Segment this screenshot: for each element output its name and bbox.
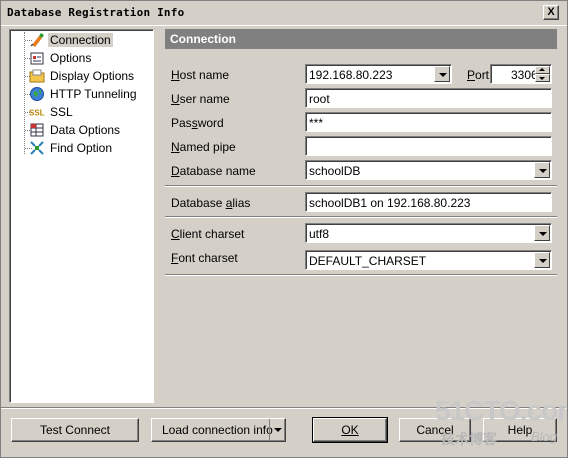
connection-icon [30, 33, 44, 47]
tree-item-display-options[interactable]: Display Options [10, 67, 153, 85]
client-charset-combobox[interactable]: utf8 [305, 223, 552, 243]
port-spinner[interactable]: 3306 [490, 64, 552, 84]
window-title: Database Registration Info [7, 6, 185, 19]
tree-item-http-tunneling[interactable]: HTTP Tunneling [10, 85, 153, 103]
svg-text:SSL: SSL [29, 109, 45, 118]
database-alias-value: schoolDB1 on 192.168.80.223 [309, 196, 471, 210]
title-bar[interactable]: Database Registration Info X [1, 1, 567, 26]
test-connect-label: Test Connect [39, 423, 111, 437]
find-icon [30, 141, 44, 155]
spin-up-icon[interactable] [535, 66, 550, 74]
database-name-combobox[interactable]: schoolDB [305, 160, 552, 180]
tree-item-data-options[interactable]: Data Options [10, 121, 153, 139]
cancel-button[interactable]: Cancel [399, 418, 471, 442]
client-charset-value: utf8 [309, 227, 330, 241]
tree-label: SSL [50, 105, 73, 119]
load-connection-info-button[interactable]: Load connection info [151, 418, 286, 442]
separator [165, 185, 557, 187]
port-value: 3306 [511, 68, 538, 82]
user-name-field[interactable]: root [305, 88, 552, 108]
host-name-value: 192.168.80.223 [309, 68, 393, 82]
password-value: *** [309, 116, 324, 130]
ok-button[interactable]: OK [312, 417, 388, 443]
named-pipe-label: Named pipe [171, 140, 236, 154]
database-name-value: schoolDB [309, 164, 361, 178]
separator [165, 274, 557, 276]
host-name-combobox[interactable]: 192.168.80.223 [305, 64, 452, 84]
tree-label: Find Option [50, 141, 113, 155]
help-button[interactable]: Help [483, 418, 557, 442]
tree-label: Display Options [50, 69, 135, 83]
tree-item-ssl[interactable]: SSL SSL [10, 103, 153, 121]
load-menu-arrow-icon[interactable] [269, 419, 285, 441]
client-charset-label: Client charset [171, 227, 245, 241]
tree-label: Data Options [50, 123, 121, 137]
host-dropdown-button[interactable] [434, 66, 450, 82]
test-connect-button[interactable]: Test Connect [11, 418, 139, 442]
options-tree[interactable]: Connection Options Display Options HTTP … [9, 29, 154, 403]
tree-item-find-option[interactable]: Find Option [10, 139, 153, 157]
client-charset-dropdown-button[interactable] [534, 225, 550, 241]
password-label: Password [171, 116, 224, 130]
button-bar-separator [1, 407, 567, 409]
load-connection-label: Load connection info [162, 423, 273, 437]
named-pipe-field[interactable] [305, 136, 552, 156]
tree-item-connection[interactable]: Connection [10, 31, 153, 49]
font-charset-dropdown-button[interactable] [534, 252, 550, 268]
font-charset-label: Font charset [171, 251, 238, 265]
user-name-value: root [309, 92, 330, 106]
ssl-icon: SSL [29, 109, 45, 118]
data-options-icon [30, 123, 44, 137]
port-spin-buttons[interactable] [535, 66, 550, 82]
database-alias-field[interactable]: schoolDB1 on 192.168.80.223 [305, 192, 552, 212]
password-field[interactable]: *** [305, 112, 552, 132]
folder-icon [29, 69, 45, 83]
database-alias-label: Database alias [171, 196, 251, 210]
tree-label: HTTP Tunneling [50, 87, 137, 101]
separator [165, 216, 557, 218]
host-name-label: Host name [171, 68, 230, 82]
font-charset-value: DEFAULT_CHARSET [309, 254, 427, 268]
panel-header: Connection [165, 29, 557, 49]
font-charset-combobox[interactable]: DEFAULT_CHARSET [305, 250, 552, 270]
close-icon: X [547, 6, 555, 18]
cancel-label: Cancel [416, 423, 454, 437]
dialog-window: Database Registration Info X Connection … [0, 0, 568, 458]
globe-icon [30, 87, 44, 101]
spin-down-icon[interactable] [535, 74, 550, 82]
user-name-label: User name [171, 92, 230, 106]
tree-item-options[interactable]: Options [10, 49, 153, 67]
port-label: Port [467, 68, 490, 82]
database-name-label: Database name [171, 164, 256, 178]
close-button[interactable]: X [543, 5, 559, 20]
tree-label: Connection [48, 33, 113, 47]
ok-label: OK [341, 423, 359, 437]
tree-label: Options [50, 51, 92, 65]
options-icon [30, 52, 44, 65]
panel-title: Connection [170, 32, 236, 46]
help-label: Help [507, 423, 533, 437]
database-dropdown-button[interactable] [534, 162, 550, 178]
